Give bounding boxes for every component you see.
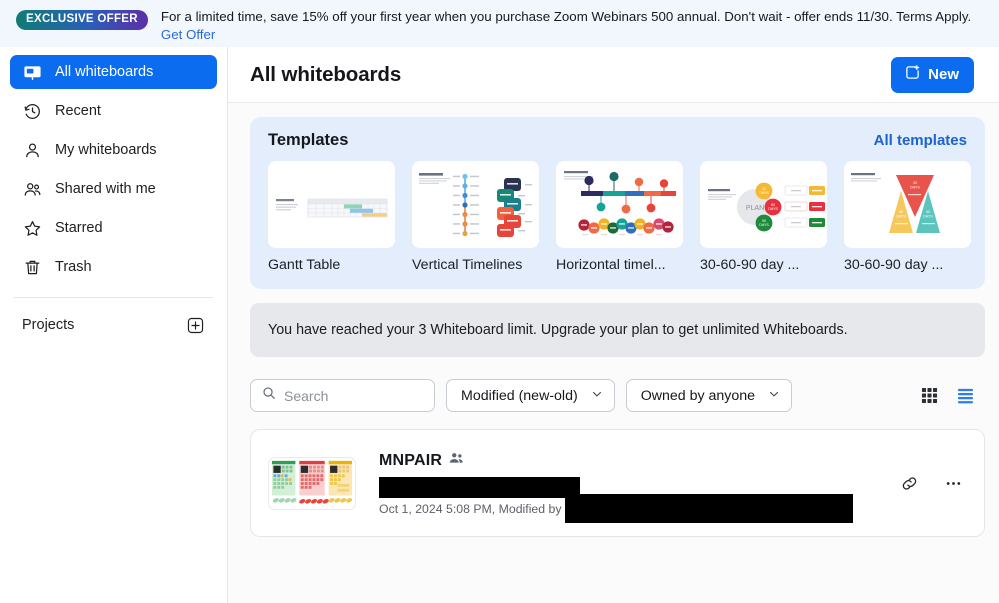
limit-notice-text: You have reached your 3 Whiteboard limit… <box>268 322 848 338</box>
content-scroll-area: Templates All templates Gantt Table Vert… <box>228 103 999 603</box>
app-root: EXCLUSIVE OFFER For a limited time, save… <box>0 0 999 603</box>
template-label: 30-60-90 day ... <box>844 257 944 273</box>
get-offer-link[interactable]: Get Offer <box>161 27 215 42</box>
svg-text:DAYS: DAYS <box>759 223 769 227</box>
sidebar-item-trash[interactable]: Trash <box>10 250 217 284</box>
whiteboard-icon <box>22 62 42 82</box>
promo-banner: EXCLUSIVE OFFER For a limited time, save… <box>0 0 999 47</box>
template-label: Horizontal timel... <box>556 257 666 273</box>
gantt-table-thumb <box>268 161 395 248</box>
board-title-row: MNPAIR <box>379 451 898 471</box>
template-label: Gantt Table <box>268 257 341 273</box>
svg-text:90: 90 <box>926 210 930 214</box>
svg-text:60: 60 <box>899 210 903 214</box>
filter-bar: Modified (new-old) Owned by anyone <box>250 379 985 412</box>
chevron-down-icon <box>591 388 603 404</box>
templates-grid: Gantt Table Vertical Timelines Horizonta… <box>268 161 971 273</box>
templates-title: Templates <box>268 131 349 149</box>
owner-select[interactable]: Owned by anyone <box>625 379 793 412</box>
template-card-30-60-90-plan[interactable]: PLAN 30 DAYS 60 DAYS 90 DAYS 30-60-90 da… <box>700 161 827 273</box>
sidebar-item-label: Trash <box>55 259 92 275</box>
grid-view-icon[interactable] <box>920 386 939 405</box>
more-options-icon[interactable] <box>942 472 964 494</box>
sidebar-item-shared-with-me[interactable]: Shared with me <box>10 172 217 206</box>
whiteboard-limit-notice: You have reached your 3 Whiteboard limit… <box>250 303 985 357</box>
sidebar-item-label: My whiteboards <box>55 142 157 158</box>
sidebar-item-recent[interactable]: Recent <box>10 94 217 128</box>
sidebar-divider <box>14 297 213 298</box>
sidebar-item-label: All whiteboards <box>55 64 154 80</box>
person-icon <box>22 140 42 160</box>
main-header: All whiteboards New <box>228 47 999 103</box>
search-icon <box>262 386 276 405</box>
row-actions <box>898 472 964 494</box>
new-board-plus-icon <box>904 64 921 85</box>
list-view-icon[interactable] <box>956 386 975 405</box>
board-meta-text: Oct 1, 2024 5:08 PM, Modified by <box>379 501 562 516</box>
redacted-author <box>565 493 853 523</box>
owner-select-value: Owned by anyone <box>640 387 756 404</box>
trash-icon <box>22 257 42 277</box>
promo-text: For a limited time, save 15% off your fi… <box>161 8 983 43</box>
promo-badge: EXCLUSIVE OFFER <box>16 10 148 30</box>
svg-text:PLAN: PLAN <box>746 205 764 212</box>
templates-header: Templates All templates <box>268 131 967 150</box>
star-icon <box>22 218 42 238</box>
vertical-timeline-thumb <box>412 161 539 248</box>
page-title: All whiteboards <box>250 62 402 86</box>
svg-text:DAYS: DAYS <box>768 207 778 211</box>
sidebar: All whiteboards Recent My whiteboards Sh… <box>0 47 228 603</box>
people-icon <box>22 179 42 199</box>
table-row[interactable]: MNPAIR Oct 1, 2024 5:08 PM, Modified by <box>250 429 985 537</box>
search-box[interactable] <box>250 379 435 412</box>
link-icon[interactable] <box>898 472 920 494</box>
sidebar-item-label: Starred <box>55 220 103 236</box>
template-card-vertical-timelines[interactable]: Vertical Timelines <box>412 161 539 273</box>
new-button-label: New <box>928 66 959 83</box>
sidebar-item-all-whiteboards[interactable]: All whiteboards <box>10 55 217 89</box>
sidebar-item-label: Recent <box>55 103 101 119</box>
board-info: MNPAIR Oct 1, 2024 5:08 PM, Modified by <box>379 451 898 523</box>
sort-select-value: Modified (new-old) <box>461 387 578 404</box>
chevron-down-icon <box>768 388 780 404</box>
sort-select[interactable]: Modified (new-old) <box>446 379 615 412</box>
sidebar-item-label: Shared with me <box>55 181 156 197</box>
view-toggles <box>920 386 985 405</box>
plus-square-icon[interactable] <box>186 316 205 335</box>
sidebar-projects-label: Projects <box>22 317 75 333</box>
svg-text:30: 30 <box>913 181 917 185</box>
template-card-gantt-table[interactable]: Gantt Table <box>268 161 395 273</box>
sticky-notes-thumb <box>268 456 356 510</box>
svg-text:DAYS: DAYS <box>923 215 933 219</box>
templates-panel: Templates All templates Gantt Table Vert… <box>250 117 985 289</box>
template-label: 30-60-90 day ... <box>700 257 800 273</box>
all-templates-link[interactable]: All templates <box>874 132 967 149</box>
whiteboard-list: MNPAIR Oct 1, 2024 5:08 PM, Modified by <box>250 429 985 537</box>
svg-text:DAYS: DAYS <box>896 215 906 219</box>
template-label: Vertical Timelines <box>412 257 523 273</box>
promo-message: For a limited time, save 15% off your fi… <box>160 9 972 24</box>
sidebar-item-starred[interactable]: Starred <box>10 211 217 245</box>
board-meta: Oct 1, 2024 5:08 PM, Modified by <box>379 493 898 523</box>
triangles-thumb: 30 DAYS 60 DAYS 90 DAYS <box>844 161 971 248</box>
svg-text:DAYS: DAYS <box>759 191 769 195</box>
board-title: MNPAIR <box>379 451 443 469</box>
redacted-description <box>379 476 580 498</box>
body-split: All whiteboards Recent My whiteboards Sh… <box>0 47 999 603</box>
plan-circle-thumb: PLAN 30 DAYS 60 DAYS 90 DAYS <box>700 161 827 248</box>
search-input[interactable] <box>284 387 423 404</box>
shared-people-icon <box>449 451 464 471</box>
sidebar-projects-row[interactable]: Projects <box>10 310 217 340</box>
sidebar-item-my-whiteboards[interactable]: My whiteboards <box>10 133 217 167</box>
main-content: All whiteboards New Templates All templa… <box>228 47 999 603</box>
new-button[interactable]: New <box>891 56 974 93</box>
horizontal-timeline-thumb <box>556 161 683 248</box>
svg-text:DAYS: DAYS <box>910 186 920 190</box>
clock-icon <box>22 101 42 121</box>
template-card-30-60-90-triangles[interactable]: 30 DAYS 60 DAYS 90 DAYS 30-60-90 day ... <box>844 161 971 273</box>
template-card-horizontal-timelines[interactable]: Horizontal timel... <box>556 161 683 273</box>
